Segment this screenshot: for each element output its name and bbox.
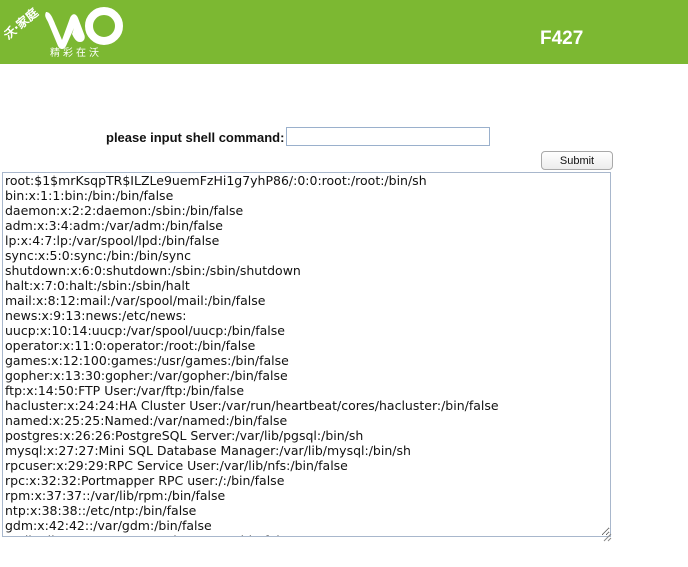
resize-grip-icon[interactable] — [603, 533, 612, 542]
device-model: F427 — [540, 28, 584, 49]
submit-button[interactable]: Submit — [541, 151, 613, 170]
header-bar: 沃·家庭 精彩在沃 F427 — [0, 0, 688, 64]
command-input[interactable] — [286, 127, 490, 146]
logo-main-text: 沃·家庭 — [4, 5, 41, 43]
logo-slogan: 精彩在沃 — [50, 48, 102, 59]
command-output[interactable] — [2, 172, 611, 537]
command-label: please input shell command: — [106, 130, 285, 145]
